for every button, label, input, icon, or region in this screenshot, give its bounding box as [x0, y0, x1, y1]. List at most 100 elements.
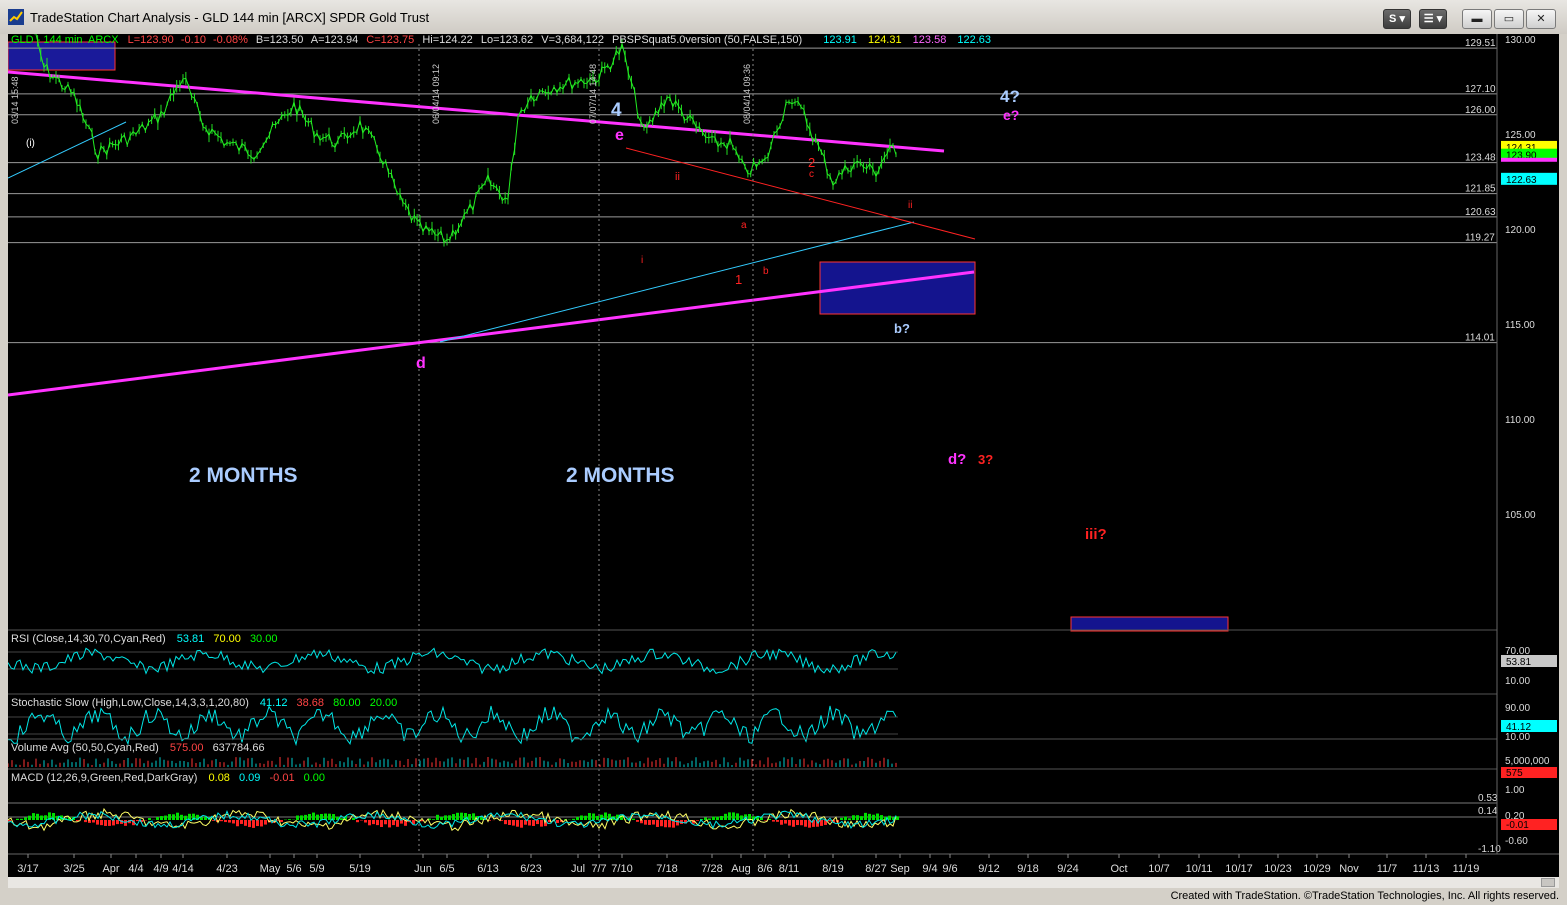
time-tick-label: 4/4: [128, 863, 143, 875]
time-tick-label: 9/6: [942, 863, 957, 875]
macd-tick-minus110: -1.10: [1478, 844, 1501, 855]
time-tick-label: 6/13: [477, 863, 498, 875]
time-tick-label: 6/5: [439, 863, 454, 875]
wave-annotation: 1: [735, 272, 742, 287]
horizontal-scrollbar[interactable]: [8, 877, 1559, 888]
macd-hist-bar: [296, 815, 299, 820]
macd-hist-bar: [652, 820, 655, 825]
macd-hist-bar: [592, 813, 595, 820]
macd-hist-bar: [156, 817, 159, 820]
macd-hist-bar: [384, 820, 387, 825]
level-label: 119.27: [1465, 233, 1495, 244]
level-label: 127.10: [1465, 84, 1496, 95]
wave-annotation: a: [741, 220, 747, 231]
macd-hist-bar: [28, 815, 31, 820]
time-tick-label: 4/14: [172, 863, 193, 875]
time-tick-label: Jul: [571, 863, 585, 875]
time-tick-label: 8/11: [779, 863, 800, 875]
tradestation-app-icon: [8, 9, 24, 25]
macd-hist-bar: [436, 814, 439, 820]
macd-hist-bar: [792, 820, 795, 827]
time-tick-label: Aug: [731, 863, 751, 875]
time-tick-label: 9/24: [1057, 863, 1078, 875]
chart-area[interactable]: 133.51133.11130.56129.51127.10126.00123.…: [7, 7, 1559, 877]
macd-hist-bar: [24, 817, 27, 820]
time-tick-label: 11/7: [1377, 863, 1398, 875]
macd-hist-bar: [280, 820, 283, 822]
price-tick-label: 125.00: [1505, 130, 1536, 141]
macd-hist-bar: [124, 820, 127, 826]
macd-hist-bar: [288, 819, 291, 820]
price-tick-label: 130.00: [1505, 35, 1536, 46]
macd-hist-bar: [444, 815, 447, 820]
macd-hist-bar: [224, 820, 227, 823]
macd-hist-bar: [452, 814, 455, 820]
macd-hist-bar: [308, 813, 311, 820]
wave-annotation: c: [809, 169, 814, 180]
macd-hist-bar: [340, 818, 343, 820]
macd-hist-bar: [112, 820, 115, 826]
macd-hist-bar: [328, 813, 331, 820]
wave-annotation: 2: [808, 155, 815, 170]
macd-hist-bar: [32, 813, 35, 820]
macd-hist-bar: [708, 818, 711, 820]
time-tick-label: 8/27: [865, 863, 886, 875]
minimize-button[interactable]: ▬: [1462, 9, 1492, 29]
wave-annotation: b: [763, 266, 769, 277]
macd-hist-bar: [164, 815, 167, 820]
macd-hist-bar: [860, 816, 863, 820]
macd-hist-bar: [660, 820, 663, 827]
macd-hist-bar: [260, 820, 263, 827]
s-button[interactable]: S ▾: [1383, 9, 1411, 29]
wave-annotation: 4: [611, 100, 622, 121]
macd-hist-bar: [588, 813, 591, 820]
macd-hist-bar: [376, 820, 379, 826]
time-tick-label: 7/10: [611, 863, 632, 875]
level-label: 121.85: [1465, 184, 1496, 195]
macd-hist-bar: [896, 816, 899, 820]
macd-hist-bar: [448, 815, 451, 820]
macd-hist-bar: [324, 813, 327, 820]
macd-hist-bar: [392, 820, 395, 826]
macd-hist-bar: [724, 813, 727, 820]
wave-annotation: 2 MONTHS: [566, 464, 675, 487]
rsi-tag-text: 53.81: [1506, 657, 1531, 668]
restore-button[interactable]: ▭: [1494, 9, 1524, 29]
macd-hist-bar: [168, 814, 171, 820]
macd-hist-bar: [264, 820, 267, 825]
chart-svg[interactable]: 133.51133.11130.56129.51127.10126.00123.…: [7, 7, 1559, 877]
time-tick-label: 8/6: [757, 863, 772, 875]
macd-hist-bar: [776, 820, 779, 822]
macd-hist-bar: [232, 820, 235, 824]
macd-hist-bar: [788, 820, 791, 826]
macd-tick-minus060: -0.60: [1505, 836, 1528, 847]
scrollbar-thumb[interactable]: [1541, 878, 1555, 887]
macd-tick-1: 1.00: [1505, 785, 1525, 796]
macd-hist-bar: [740, 815, 743, 820]
timestamp-label: 03/14 15:48: [10, 76, 20, 124]
macd-hist-bar: [356, 820, 359, 823]
macd-hist-bar: [572, 818, 575, 820]
volume-label: Volume Avg (50,50,Cyan,Red) 575.00 63778…: [11, 742, 265, 754]
stoch-tag-text: 41.12: [1506, 722, 1531, 733]
macd-hist-bar: [116, 820, 119, 825]
macd-hist-bar: [528, 820, 531, 826]
zone-box-topleft: [7, 41, 116, 71]
macd-hist-bar: [888, 815, 891, 820]
wave-annotation: 3?: [978, 452, 993, 467]
time-tick-label: 9/4: [922, 863, 937, 875]
macd-hist-bar: [236, 820, 239, 827]
macd-hist-bar: [104, 820, 107, 826]
macd-hist-bar: [520, 820, 523, 828]
macd-hist-bar: [764, 820, 767, 821]
macd-hist-bar: [784, 820, 787, 824]
close-button[interactable]: ✕: [1526, 9, 1556, 29]
macd-hist-bar: [796, 820, 799, 826]
menu-button[interactable]: ☰ ▾: [1419, 9, 1447, 29]
macd-hist-bar: [584, 815, 587, 820]
macd-hist-bar: [632, 818, 635, 820]
macd-hist-bar: [664, 820, 667, 828]
time-tick-label: Jun: [414, 863, 432, 875]
time-tick-label: Oct: [1110, 863, 1127, 875]
macd-hist-bar: [868, 813, 871, 820]
